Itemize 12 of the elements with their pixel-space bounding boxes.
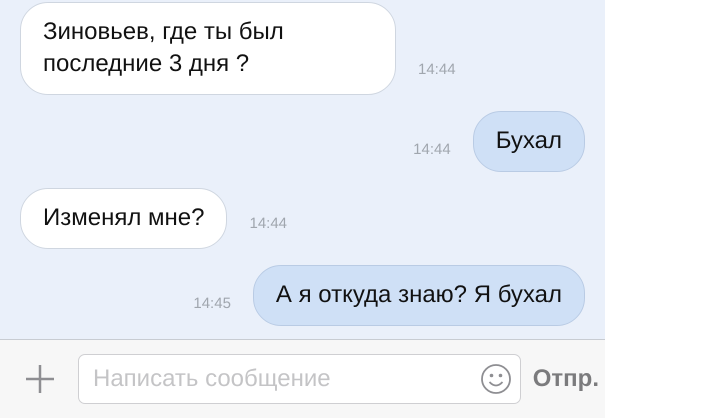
send-button[interactable]: Отпр.: [532, 365, 599, 393]
message-bubble: Изменял мне?: [20, 188, 228, 249]
plus-icon[interactable]: [24, 363, 56, 395]
message-time: 14:44: [418, 61, 456, 80]
message-time: 14:45: [193, 295, 231, 314]
message-time: 14:44: [249, 215, 288, 234]
message-input[interactable]: Написать сообщение: [78, 354, 521, 404]
smiley-icon[interactable]: [480, 363, 512, 395]
message-time: 14:44: [413, 141, 451, 160]
message-bubble: А я откуда знаю? Я бухал: [252, 265, 585, 326]
message-bubble: Бухал: [472, 111, 585, 172]
message-bubble: Зиновьев, где ты был последние 3 дня ?: [20, 2, 396, 95]
